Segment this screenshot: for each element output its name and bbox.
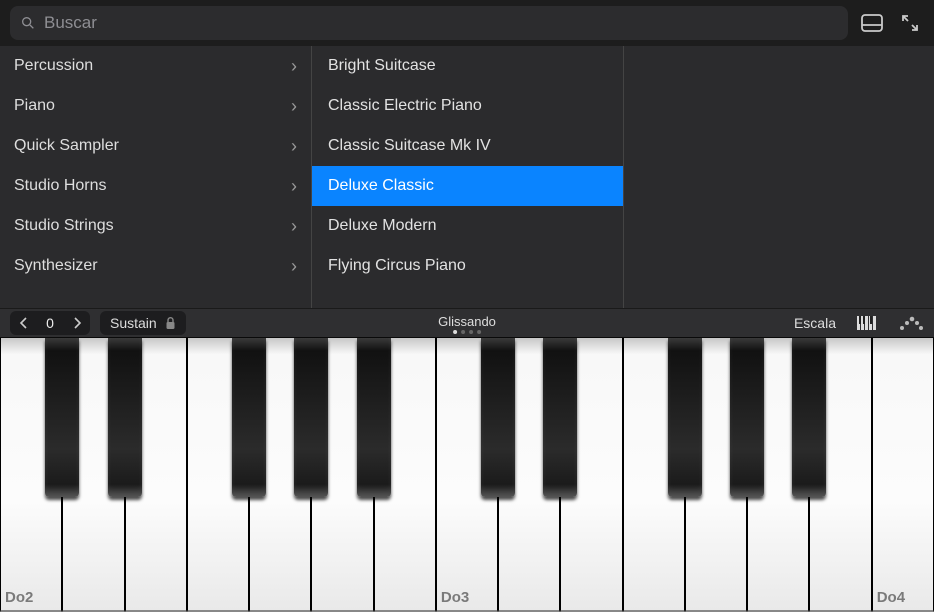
black-key[interactable] [543,338,577,497]
preset-item[interactable]: Flying Circus Piano [312,246,623,286]
chevron-right-icon: › [291,136,297,157]
black-key[interactable] [45,338,79,497]
category-item[interactable]: Studio Horns › [0,166,311,206]
black-key[interactable] [481,338,515,497]
chevron-right-icon: › [291,96,297,117]
category-label: Synthesizer [14,257,98,275]
octave-stepper: 0 [10,311,90,335]
octave-down-button[interactable] [10,311,36,335]
category-item[interactable]: Piano › [0,86,311,126]
preset-item[interactable]: Bright Suitcase [312,46,623,86]
sound-browser: Percussion›Piano›Quick Sampler›Studio Ho… [0,46,934,308]
search-icon [20,15,36,31]
black-key[interactable] [357,338,391,497]
preset-label: Classic Electric Piano [328,97,482,115]
view-toggle-button[interactable] [858,10,886,36]
preset-item[interactable]: Classic Suitcase Mk IV [312,126,623,166]
preset-label: Deluxe Classic [328,177,434,195]
category-item[interactable]: Percussion › [0,46,311,86]
category-label: Studio Horns [14,177,107,195]
black-key[interactable] [232,338,266,497]
scale-button[interactable]: Escala [794,315,836,331]
black-key[interactable] [792,338,826,497]
key-label: Do2 [5,589,33,606]
search-input[interactable] [44,13,838,33]
keyboard-controls: 0 Sustain Glissando Escala [0,308,934,338]
preset-label: Bright Suitcase [328,57,436,75]
top-bar [0,0,934,46]
chevron-right-icon: › [291,56,297,77]
black-key[interactable] [730,338,764,497]
black-key[interactable] [668,338,702,497]
search-field[interactable] [10,6,848,40]
chevron-right-icon: › [291,256,297,277]
category-label: Percussion [14,57,93,75]
lock-icon [165,317,176,330]
octave-up-button[interactable] [64,311,90,335]
detail-column [624,46,934,308]
white-key[interactable]: Do4 [872,338,934,612]
category-item[interactable]: Synthesizer › [0,246,311,286]
page-dots [453,330,481,334]
chevron-right-icon: › [291,176,297,197]
play-mode-selector[interactable]: Glissando [438,309,496,339]
sustain-label: Sustain [110,315,157,331]
preset-item[interactable]: Deluxe Classic [312,166,623,206]
category-item[interactable]: Quick Sampler › [0,126,311,166]
chevron-right-icon: › [291,216,297,237]
octave-value: 0 [36,315,64,331]
preset-item[interactable]: Deluxe Modern [312,206,623,246]
arpeggiator-view-button[interactable] [898,312,924,334]
category-label: Piano [14,97,55,115]
key-label: Do4 [877,589,905,606]
preset-label: Deluxe Modern [328,217,437,235]
preset-label: Flying Circus Piano [328,257,466,275]
key-label: Do3 [441,589,469,606]
piano-keyboard[interactable]: Do2 Do3 Do4 [0,338,934,612]
preset-label: Classic Suitcase Mk IV [328,137,491,155]
fullscreen-button[interactable] [896,10,924,36]
category-label: Quick Sampler [14,137,119,155]
sustain-toggle[interactable]: Sustain [100,311,186,335]
black-key[interactable] [108,338,142,497]
keyboard-view-button[interactable] [854,312,880,334]
preset-column: Bright Suitcase Classic Electric Piano Cla… [312,46,624,308]
category-item[interactable]: Studio Strings › [0,206,311,246]
play-mode-label: Glissando [438,315,496,328]
preset-item[interactable]: Classic Electric Piano [312,86,623,126]
category-column: Percussion›Piano›Quick Sampler›Studio Ho… [0,46,312,308]
black-key[interactable] [294,338,328,497]
category-label: Studio Strings [14,217,114,235]
